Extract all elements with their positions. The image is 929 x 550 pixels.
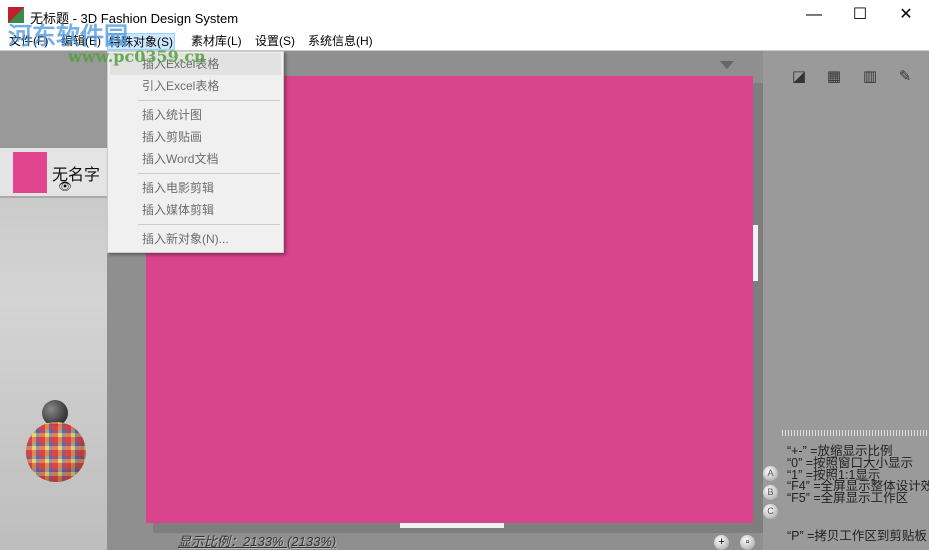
- menu-system-info[interactable]: 系统信息(H): [307, 33, 374, 50]
- diagonal-fill-icon[interactable]: ◪: [789, 68, 809, 86]
- stop-icon[interactable]: ▫: [740, 535, 755, 550]
- grid-options-icon[interactable]: ▥: [860, 68, 880, 86]
- zoom-in-icon[interactable]: +: [714, 535, 729, 550]
- maximize-button[interactable]: ☐: [837, 0, 883, 32]
- menu-item-insert-word[interactable]: 插入Word文档: [110, 148, 281, 170]
- watermark-logo: 河东软件园: [8, 21, 128, 50]
- special-objects-dropdown: 插入Excel表格 引入Excel表格 插入统计图 插入剪贴画 插入Word文档…: [107, 51, 284, 253]
- watermark-url: www.pc0359.cn: [68, 47, 206, 66]
- menu-item-insert-media[interactable]: 插入媒体剪辑: [110, 199, 281, 221]
- fabric-ball-preview[interactable]: [26, 422, 86, 482]
- menu-item-insert-clipart[interactable]: 插入剪贴画: [110, 126, 281, 148]
- menu-settings[interactable]: 设置(S): [254, 33, 296, 50]
- view-b-button[interactable]: B: [763, 485, 778, 500]
- layer-color-swatch[interactable]: [13, 152, 47, 193]
- menu-separator: [138, 173, 280, 174]
- menu-item-insert-object[interactable]: 插入新对象(N)...: [110, 228, 281, 250]
- help-text: “F5” =全屏显示工作区: [787, 491, 909, 505]
- close-button[interactable]: ✕: [883, 0, 929, 32]
- vertical-scrollbar[interactable]: [753, 225, 758, 281]
- view-a-button[interactable]: A: [763, 466, 778, 481]
- menu-separator: [138, 224, 280, 225]
- menu-item-insert-chart[interactable]: 插入统计图: [110, 104, 281, 126]
- eye-icon[interactable]: 👁: [58, 180, 72, 193]
- menu-item-import-excel[interactable]: 引入Excel表格: [110, 75, 281, 97]
- eyedropper-icon[interactable]: ✎: [895, 68, 915, 86]
- zoom-ratio-label: 显示比例：2133% (2133%): [178, 534, 337, 549]
- help-text: “P” =拷贝工作区到剪贴板: [787, 529, 927, 543]
- view-c-button[interactable]: C: [763, 504, 778, 519]
- chevron-down-icon[interactable]: [720, 61, 734, 69]
- grid-icon[interactable]: ▦: [824, 68, 844, 86]
- ruler: [782, 430, 929, 436]
- menu-item-insert-movie[interactable]: 插入电影剪辑: [110, 177, 281, 199]
- horizontal-scrollbar[interactable]: [400, 523, 504, 528]
- minimize-button[interactable]: —: [791, 0, 837, 32]
- menu-separator: [138, 100, 280, 101]
